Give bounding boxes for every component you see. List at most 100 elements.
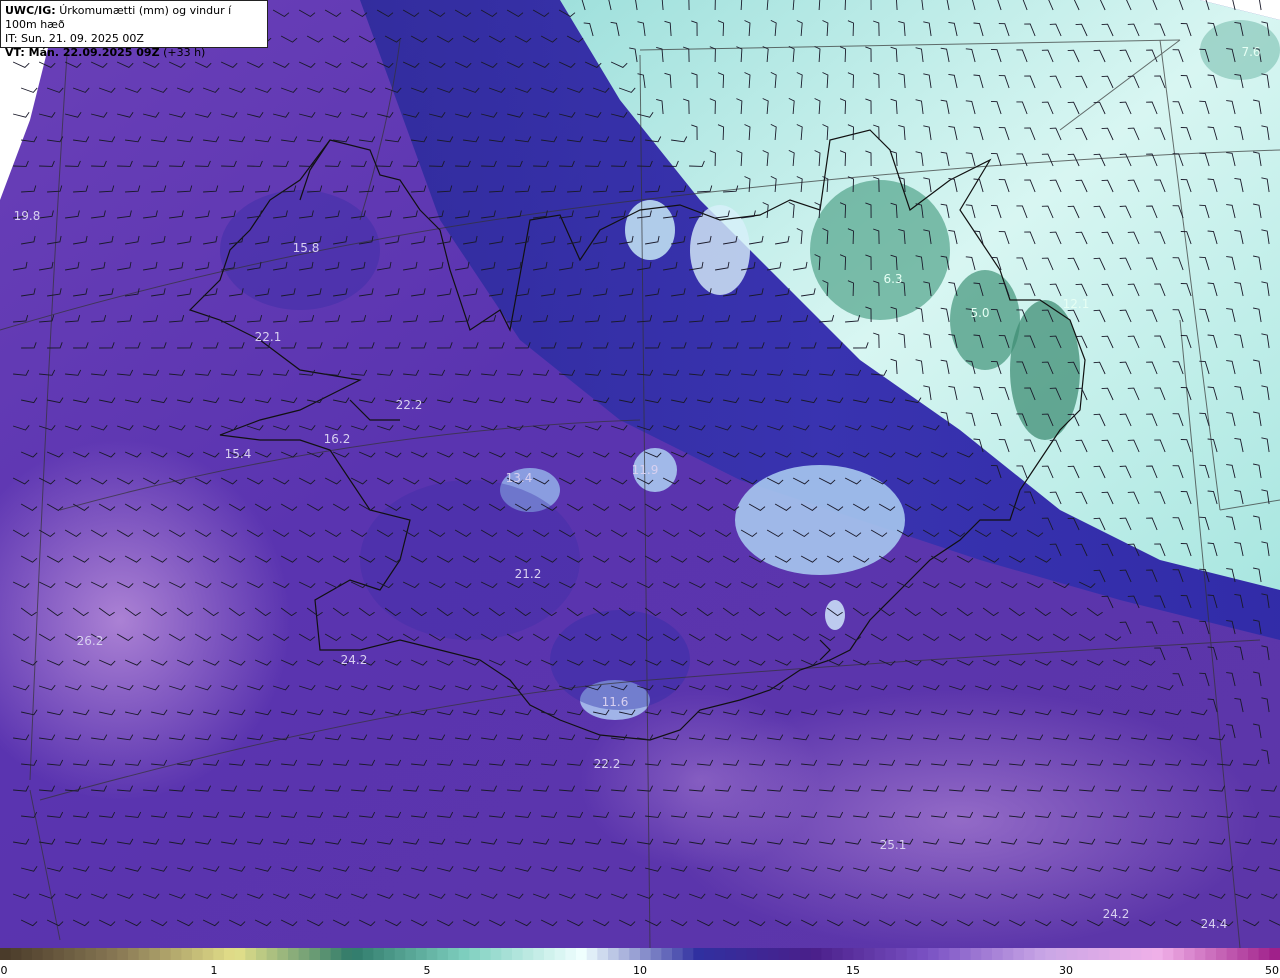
colorbar-segment — [21, 948, 33, 960]
colorbar-segment — [874, 948, 886, 960]
colorbar-segment — [725, 948, 737, 960]
colorbar-segment — [1248, 948, 1260, 960]
colorbar-segment — [938, 948, 950, 960]
value-label: 11.6 — [601, 695, 629, 709]
colorbar-segment — [928, 948, 940, 960]
colorbar-segment — [1130, 948, 1142, 960]
colorbar-segment — [298, 948, 310, 960]
value-label: 22.2 — [593, 757, 621, 771]
value-label: 13.4 — [505, 471, 533, 485]
colorbar-segment — [416, 948, 428, 960]
colorbar-segment — [181, 948, 193, 960]
value-label: 26.2 — [76, 634, 104, 648]
colorbar-segment — [1002, 948, 1014, 960]
colorbar-segment — [554, 948, 566, 960]
colorbar-segment — [1226, 948, 1238, 960]
colorbar-segment — [32, 948, 44, 960]
colorbar-segment — [138, 948, 150, 960]
colorbar-segment — [629, 948, 641, 960]
colorbar-segment — [960, 948, 972, 960]
valid-time: VT: Mán. 22.09.2025 09Z — [5, 46, 160, 59]
colorbar-segment — [586, 948, 598, 960]
colorbar-segment — [128, 948, 140, 960]
colorbar-segment — [970, 948, 982, 960]
colorbar-segment — [288, 948, 300, 960]
colorbar-segment — [800, 948, 812, 960]
colorbar-segment — [789, 948, 801, 960]
forecast-offset: (+33 h) — [163, 46, 206, 59]
colorbar-segment — [74, 948, 86, 960]
colorbar-segment — [821, 948, 833, 960]
colorbar-segment — [1152, 948, 1164, 960]
colorbar-tick: 30 — [1059, 964, 1073, 977]
colorbar-segment — [234, 948, 246, 960]
colorbar-segment — [544, 948, 556, 960]
colorbar-segment — [757, 948, 769, 960]
colorbar-segment — [192, 948, 204, 960]
colorbar-segment — [1194, 948, 1206, 960]
colorbar-segment — [320, 948, 332, 960]
colorbar-segment — [704, 948, 716, 960]
colorbar-segment — [117, 948, 129, 960]
colorbar-tick: 10 — [633, 964, 647, 977]
colorbar-segment — [618, 948, 630, 960]
map-title-box: UWC/IG: Úrkomumætti (mm) og vindur í 100… — [0, 0, 268, 59]
colorbar-tick: 1 — [210, 964, 218, 977]
value-label: 25.1 — [879, 838, 907, 852]
colorbar-segment — [832, 948, 844, 960]
colorbar-tick: 0 — [0, 964, 8, 977]
colorbar-segment — [565, 948, 577, 960]
colorbar-segment — [448, 948, 460, 960]
colorbar-segment — [768, 948, 780, 960]
colorbar-segment — [1045, 948, 1057, 960]
colorbar-tick: 50 — [1265, 964, 1279, 977]
colorbar-segment — [1237, 948, 1249, 960]
colorbar-segment — [906, 948, 918, 960]
colorbar-segment — [640, 948, 652, 960]
value-label: 22.1 — [254, 330, 282, 344]
value-label: 19.8 — [13, 209, 41, 223]
value-label: 6.3 — [883, 272, 903, 286]
colorbar-segment — [330, 948, 342, 960]
value-label: 7.6 — [1241, 45, 1261, 59]
colorbar-segment — [224, 948, 236, 960]
colorbar-segment — [362, 948, 374, 960]
colorbar-segment — [405, 948, 417, 960]
colorbar-segment — [437, 948, 449, 960]
value-label: 24.2 — [340, 653, 368, 667]
colorbar-segment — [1216, 948, 1228, 960]
colorbar-segment — [533, 948, 545, 960]
value-label: 12.1 — [1062, 297, 1090, 311]
colorbar-segment — [352, 948, 364, 960]
colorbar-segment — [1034, 948, 1046, 960]
colorbar-segment — [1066, 948, 1078, 960]
value-label: 15.8 — [292, 241, 320, 255]
colorbar-segment — [469, 948, 481, 960]
colorbar-segment — [1269, 948, 1280, 960]
colorbar-segment — [853, 948, 865, 960]
colorbar-strip — [0, 948, 1280, 960]
colorbar-segment — [501, 948, 513, 960]
colorbar-tick: 5 — [423, 964, 431, 977]
colorbar-segment — [778, 948, 790, 960]
colorbar-segment — [1056, 948, 1068, 960]
colorbar-segment — [256, 948, 268, 960]
colorbar-segment — [512, 948, 524, 960]
colorbar-segment — [426, 948, 438, 960]
colorbar-segment — [1184, 948, 1196, 960]
colorbar-segment — [1173, 948, 1185, 960]
colorbar-segment — [992, 948, 1004, 960]
colorbar-segment — [1077, 948, 1089, 960]
colorbar-segment — [1162, 948, 1174, 960]
colorbar-segment — [245, 948, 257, 960]
colorbar-segment — [522, 948, 534, 960]
colorbar-segment — [597, 948, 609, 960]
colorbar-segment — [885, 948, 897, 960]
model-name: UWC/IG: — [5, 4, 56, 17]
colorbar-segment — [661, 948, 673, 960]
colorbar-segment — [1120, 948, 1132, 960]
colorbar-segment — [842, 948, 854, 960]
colorbar-segment — [160, 948, 172, 960]
colorbar-segment — [64, 948, 76, 960]
colorbar-segment — [202, 948, 214, 960]
